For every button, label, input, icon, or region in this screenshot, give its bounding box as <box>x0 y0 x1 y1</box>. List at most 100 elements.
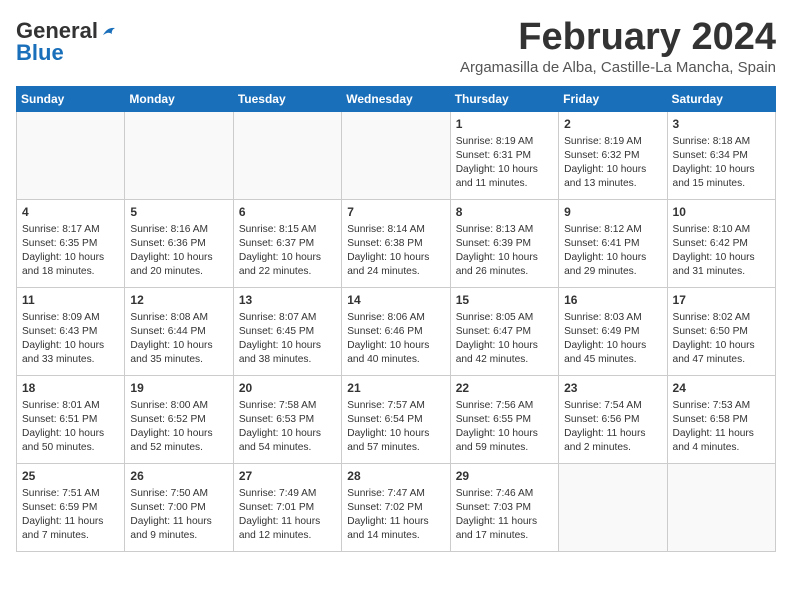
day-info: Sunrise: 8:12 AMSunset: 6:41 PMDaylight:… <box>564 223 661 279</box>
day-number: 27 <box>239 468 336 485</box>
day-number: 9 <box>564 204 661 221</box>
calendar-day-cell: 2 Sunrise: 8:19 AMSunset: 6:32 PMDaylight… <box>559 112 667 200</box>
day-info: Sunrise: 8:19 AMSunset: 6:32 PMDaylight:… <box>564 135 661 191</box>
day-info: Sunrise: 8:03 AMSunset: 6:49 PMDaylight:… <box>564 311 661 367</box>
day-info: Sunrise: 8:01 AMSunset: 6:51 PMDaylight:… <box>22 399 119 455</box>
day-info: Sunrise: 7:46 AMSunset: 7:03 PMDaylight:… <box>456 487 553 543</box>
day-number: 23 <box>564 380 661 397</box>
day-number: 12 <box>130 292 227 309</box>
calendar-header-row: SundayMondayTuesdayWednesdayThursdayFrid… <box>17 87 776 112</box>
calendar-day-cell <box>17 112 125 200</box>
day-number: 13 <box>239 292 336 309</box>
day-number: 20 <box>239 380 336 397</box>
day-info: Sunrise: 8:08 AMSunset: 6:44 PMDaylight:… <box>130 311 227 367</box>
calendar-day-cell: 16 Sunrise: 8:03 AMSunset: 6:49 PMDayligh… <box>559 288 667 376</box>
calendar-day-cell: 1 Sunrise: 8:19 AMSunset: 6:31 PMDaylight… <box>450 112 558 200</box>
day-number: 29 <box>456 468 553 485</box>
day-number: 24 <box>673 380 770 397</box>
day-info: Sunrise: 8:00 AMSunset: 6:52 PMDaylight:… <box>130 399 227 455</box>
calendar-week-row: 1 Sunrise: 8:19 AMSunset: 6:31 PMDaylight… <box>17 112 776 200</box>
calendar-day-cell: 27 Sunrise: 7:49 AMSunset: 7:01 PMDayligh… <box>233 464 341 552</box>
day-number: 26 <box>130 468 227 485</box>
logo: General Blue <box>16 20 118 64</box>
day-info: Sunrise: 7:56 AMSunset: 6:55 PMDaylight:… <box>456 399 553 455</box>
calendar-day-cell <box>559 464 667 552</box>
calendar-day-cell: 21 Sunrise: 7:57 AMSunset: 6:54 PMDayligh… <box>342 376 450 464</box>
calendar-day-cell: 17 Sunrise: 8:02 AMSunset: 6:50 PMDayligh… <box>667 288 775 376</box>
calendar-day-cell: 10Sunrise: 8:10 AMSunset: 6:42 PMDayligh… <box>667 200 775 288</box>
day-number: 2 <box>564 116 661 133</box>
day-number: 21 <box>347 380 444 397</box>
page-header: General Blue February 2024 Argamasilla d… <box>16 16 776 82</box>
day-number: 6 <box>239 204 336 221</box>
calendar-week-row: 4Sunrise: 8:17 AMSunset: 6:35 PMDaylight… <box>17 200 776 288</box>
calendar-day-cell: 12 Sunrise: 8:08 AMSunset: 6:44 PMDayligh… <box>125 288 233 376</box>
day-number: 15 <box>456 292 553 309</box>
calendar-day-cell: 7 Sunrise: 8:14 AMSunset: 6:38 PMDaylight… <box>342 200 450 288</box>
calendar-day-cell: 8 Sunrise: 8:13 AMSunset: 6:39 PMDaylight… <box>450 200 558 288</box>
day-number: 4 <box>22 204 119 221</box>
calendar-week-row: 18 Sunrise: 8:01 AMSunset: 6:51 PMDayligh… <box>17 376 776 464</box>
day-info: Sunrise: 8:06 AMSunset: 6:46 PMDaylight:… <box>347 311 444 367</box>
day-number: 25 <box>22 468 119 485</box>
day-info: Sunrise: 8:16 AMSunset: 6:36 PMDaylight:… <box>130 223 227 279</box>
day-number: 19 <box>130 380 227 397</box>
day-number: 17 <box>673 292 770 309</box>
day-number: 8 <box>456 204 553 221</box>
calendar-day-cell <box>342 112 450 200</box>
weekday-header: Sunday <box>17 87 125 112</box>
weekday-header: Wednesday <box>342 87 450 112</box>
calendar-day-cell: 23Sunrise: 7:54 AMSunset: 6:56 PMDayligh… <box>559 376 667 464</box>
calendar-week-row: 25 Sunrise: 7:51 AMSunset: 6:59 PMDayligh… <box>17 464 776 552</box>
title-block: February 2024 Argamasilla de Alba, Casti… <box>460 16 776 82</box>
weekday-header: Thursday <box>450 87 558 112</box>
day-info: Sunrise: 8:05 AMSunset: 6:47 PMDaylight:… <box>456 311 553 367</box>
calendar-day-cell: 9 Sunrise: 8:12 AMSunset: 6:41 PMDaylight… <box>559 200 667 288</box>
day-info: Sunrise: 8:02 AMSunset: 6:50 PMDaylight:… <box>673 311 770 367</box>
calendar-day-cell: 24 Sunrise: 7:53 AMSunset: 6:58 PMDayligh… <box>667 376 775 464</box>
weekday-header: Monday <box>125 87 233 112</box>
calendar-day-cell: 13 Sunrise: 8:07 AMSunset: 6:45 PMDayligh… <box>233 288 341 376</box>
day-info: Sunrise: 8:07 AMSunset: 6:45 PMDaylight:… <box>239 311 336 367</box>
day-info: Sunrise: 8:14 AMSunset: 6:38 PMDaylight:… <box>347 223 444 279</box>
calendar-day-cell <box>125 112 233 200</box>
day-number: 11 <box>22 292 119 309</box>
calendar-day-cell: 26 Sunrise: 7:50 AMSunset: 7:00 PMDayligh… <box>125 464 233 552</box>
day-number: 1 <box>456 116 553 133</box>
calendar-day-cell: 22Sunrise: 7:56 AMSunset: 6:55 PMDayligh… <box>450 376 558 464</box>
calendar-day-cell: 28 Sunrise: 7:47 AMSunset: 7:02 PMDayligh… <box>342 464 450 552</box>
day-info: Sunrise: 8:09 AMSunset: 6:43 PMDaylight:… <box>22 311 119 367</box>
day-number: 10 <box>673 204 770 221</box>
day-number: 28 <box>347 468 444 485</box>
day-info: Sunrise: 7:51 AMSunset: 6:59 PMDaylight:… <box>22 487 119 543</box>
logo-bird-icon <box>100 22 118 40</box>
day-number: 14 <box>347 292 444 309</box>
calendar-day-cell: 5 Sunrise: 8:16 AMSunset: 6:36 PMDaylight… <box>125 200 233 288</box>
day-info: Sunrise: 7:53 AMSunset: 6:58 PMDaylight:… <box>673 399 770 455</box>
calendar-day-cell: 20 Sunrise: 7:58 AMSunset: 6:53 PMDayligh… <box>233 376 341 464</box>
day-info: Sunrise: 7:49 AMSunset: 7:01 PMDaylight:… <box>239 487 336 543</box>
logo-blue-text: Blue <box>16 42 64 64</box>
day-info: Sunrise: 7:58 AMSunset: 6:53 PMDaylight:… <box>239 399 336 455</box>
calendar-day-cell <box>667 464 775 552</box>
day-info: Sunrise: 7:50 AMSunset: 7:00 PMDaylight:… <box>130 487 227 543</box>
calendar-day-cell: 15 Sunrise: 8:05 AMSunset: 6:47 PMDayligh… <box>450 288 558 376</box>
day-number: 7 <box>347 204 444 221</box>
day-number: 16 <box>564 292 661 309</box>
day-info: Sunrise: 7:47 AMSunset: 7:02 PMDaylight:… <box>347 487 444 543</box>
calendar-table: SundayMondayTuesdayWednesdayThursdayFrid… <box>16 86 776 552</box>
logo-general-text: General <box>16 20 98 42</box>
weekday-header: Saturday <box>667 87 775 112</box>
day-info: Sunrise: 7:57 AMSunset: 6:54 PMDaylight:… <box>347 399 444 455</box>
calendar-day-cell: 4Sunrise: 8:17 AMSunset: 6:35 PMDaylight… <box>17 200 125 288</box>
calendar-day-cell: 6Sunrise: 8:15 AMSunset: 6:37 PMDaylight… <box>233 200 341 288</box>
day-info: Sunrise: 8:13 AMSunset: 6:39 PMDaylight:… <box>456 223 553 279</box>
calendar-day-cell: 3Sunrise: 8:18 AMSunset: 6:34 PMDaylight… <box>667 112 775 200</box>
day-number: 18 <box>22 380 119 397</box>
day-number: 3 <box>673 116 770 133</box>
day-number: 5 <box>130 204 227 221</box>
calendar-day-cell <box>233 112 341 200</box>
day-info: Sunrise: 8:19 AMSunset: 6:31 PMDaylight:… <box>456 135 553 191</box>
calendar-day-cell: 14 Sunrise: 8:06 AMSunset: 6:46 PMDayligh… <box>342 288 450 376</box>
calendar-day-cell: 19 Sunrise: 8:00 AMSunset: 6:52 PMDayligh… <box>125 376 233 464</box>
